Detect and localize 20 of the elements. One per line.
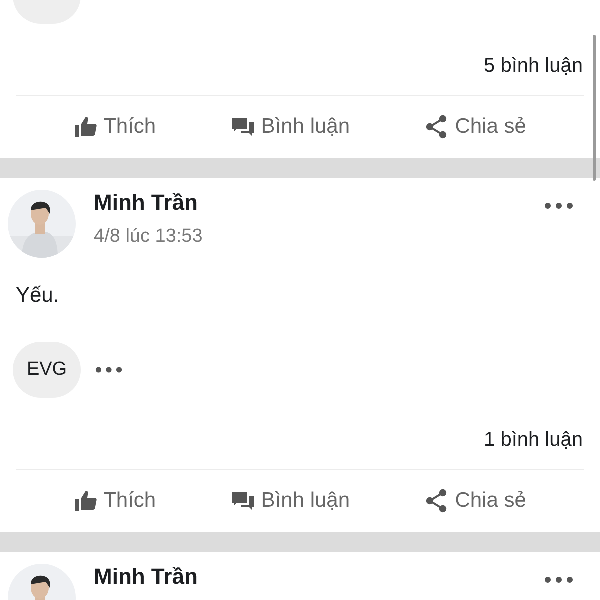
share-icon: [425, 115, 450, 139]
thumbs-up-icon: [74, 115, 98, 139]
comment-button[interactable]: Bình luận: [231, 489, 350, 513]
post-time: 4/8 lúc 13:53: [94, 226, 203, 248]
comment-count[interactable]: 1 bình luận: [484, 429, 583, 452]
post-text: Yếu.: [16, 283, 60, 309]
share-button[interactable]: Chia sẻ: [425, 115, 526, 139]
comment-button[interactable]: Bình luận: [231, 115, 350, 139]
author-name[interactable]: Minh Trần: [94, 190, 203, 216]
thumbs-up-icon: [74, 489, 98, 513]
author-name[interactable]: Minh Trần: [94, 564, 198, 590]
like-button[interactable]: Thích: [74, 489, 156, 513]
comment-count[interactable]: 5 bình luận: [484, 55, 583, 78]
share-icon: [425, 489, 450, 513]
more-icon[interactable]: [95, 366, 123, 374]
reaction-chip[interactable]: EVG: [13, 342, 81, 398]
more-icon[interactable]: [544, 202, 574, 210]
like-button[interactable]: Thích: [74, 115, 156, 139]
share-button[interactable]: Chia sẻ: [425, 489, 526, 513]
more-icon[interactable]: [544, 576, 574, 584]
